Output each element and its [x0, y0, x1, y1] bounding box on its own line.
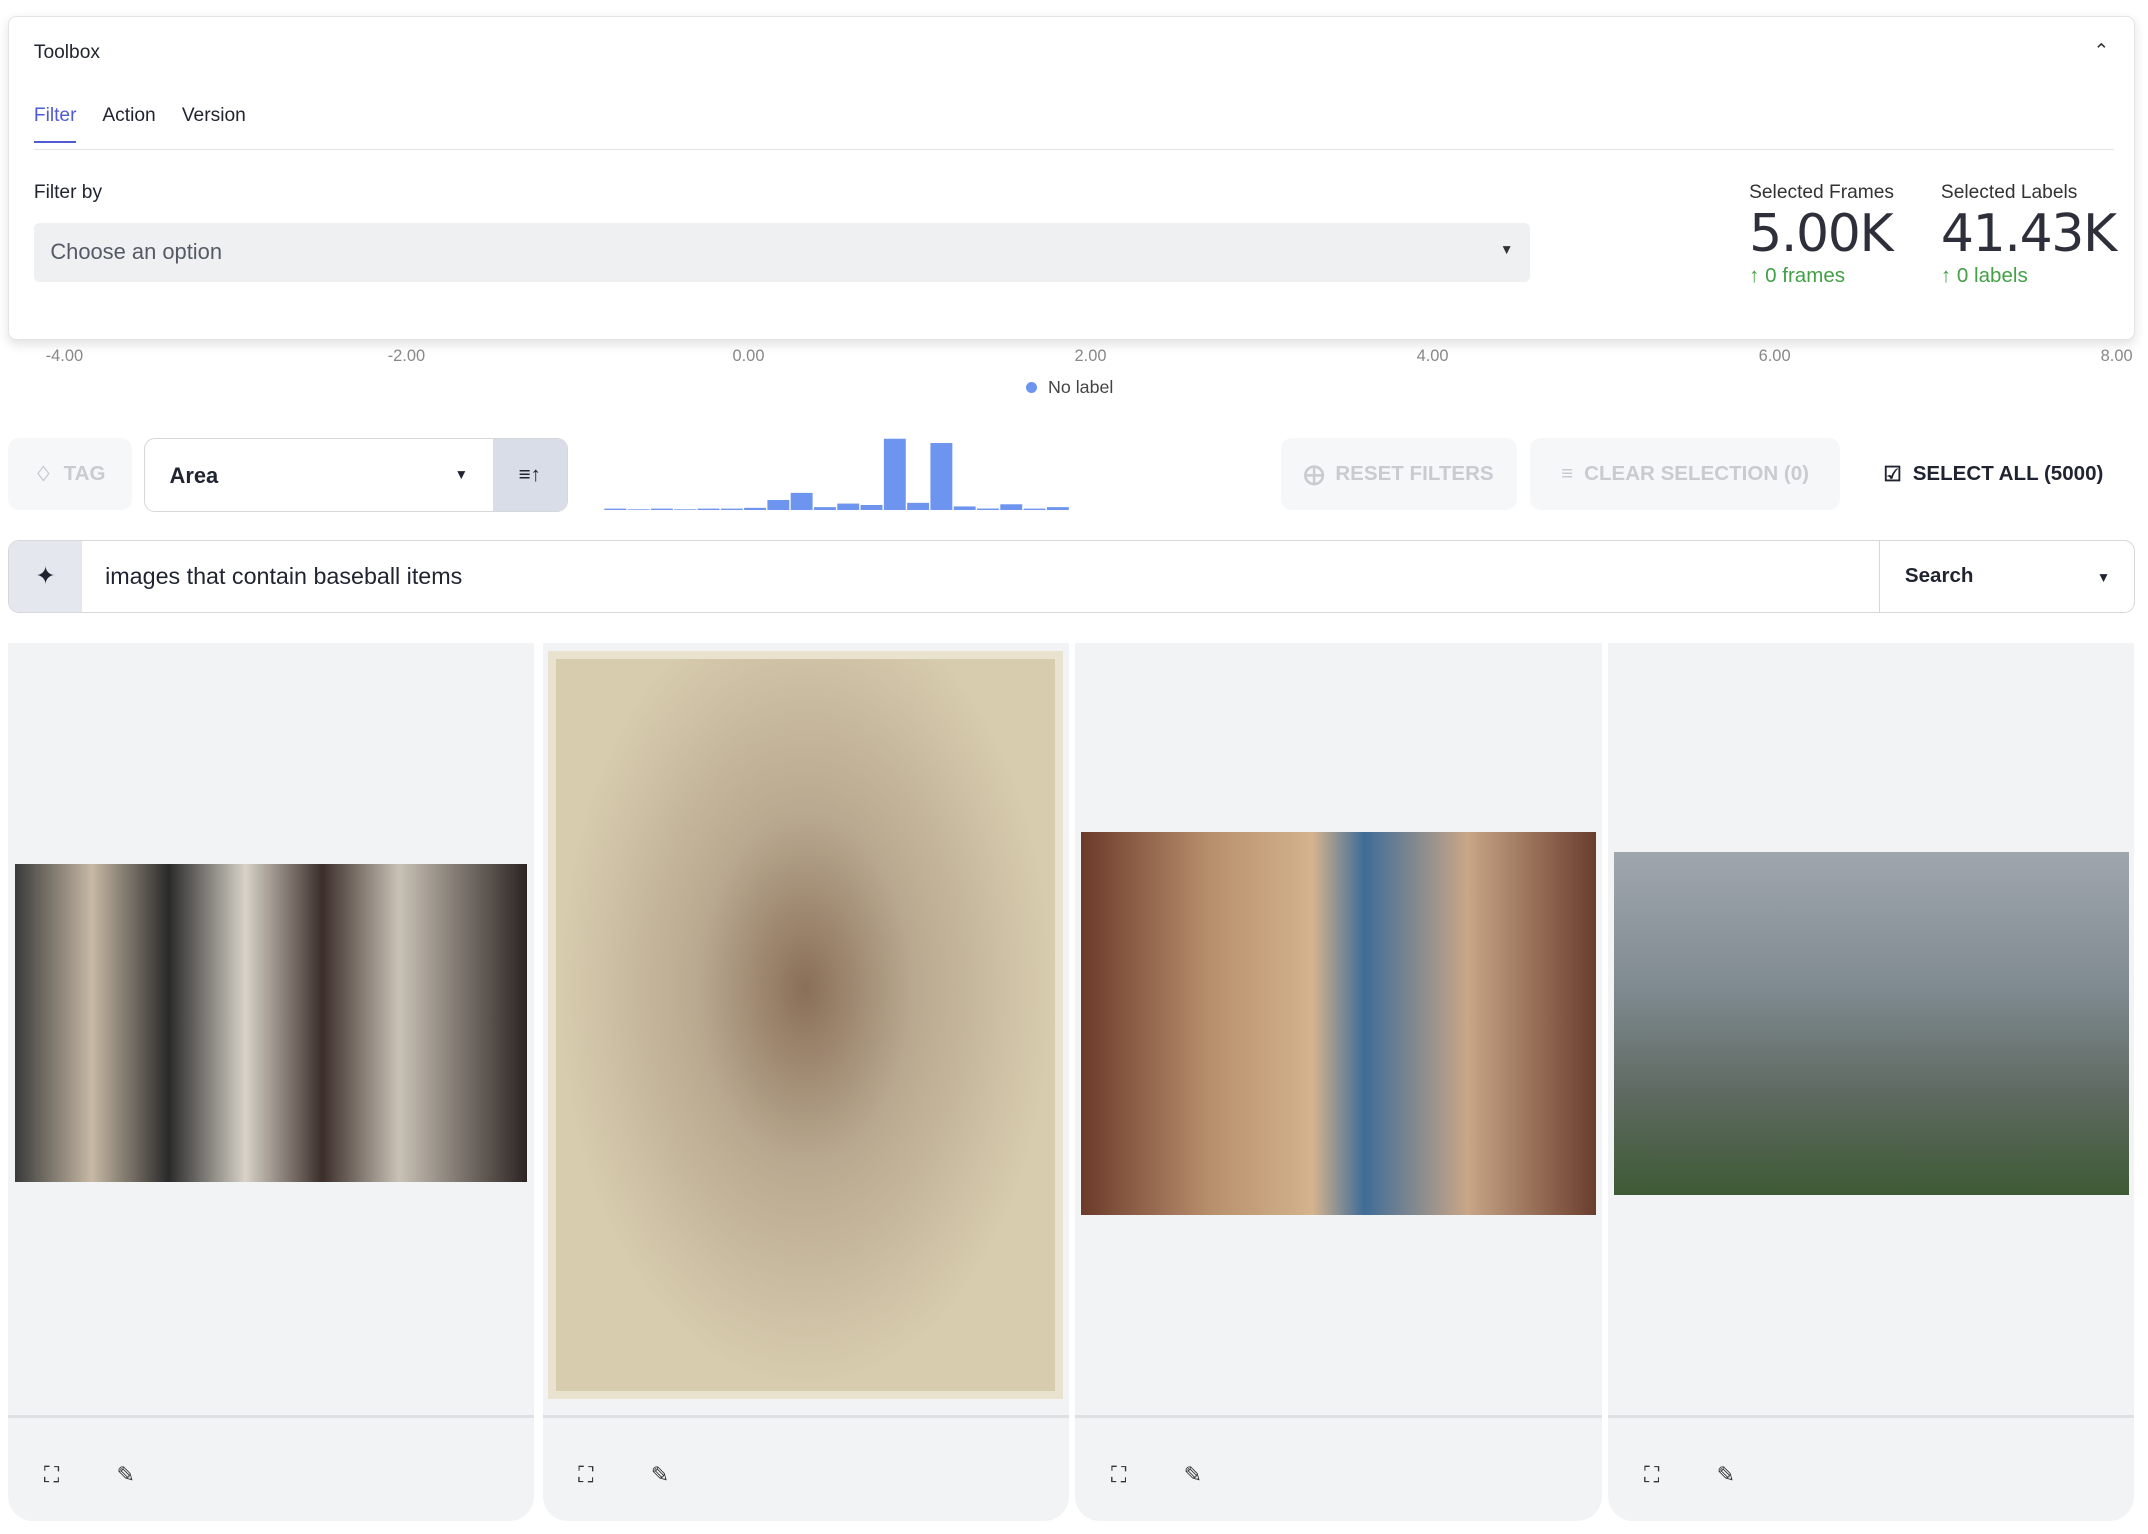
caret-down-icon: ▼ — [2096, 569, 2111, 585]
chart-legend: No label — [1026, 377, 1113, 398]
clear-selection-button[interactable]: ≡ CLEAR SELECTION (0) — [1530, 438, 1840, 510]
histogram-bar[interactable] — [720, 508, 743, 510]
tab-version[interactable]: Version — [182, 105, 246, 141]
histogram-bar[interactable] — [906, 502, 929, 510]
chevron-up-icon[interactable]: ⌃ — [2093, 39, 2109, 63]
sort-direction-icon[interactable]: ≡↑ — [492, 439, 567, 511]
select-all-icon: ☑ — [1883, 462, 1902, 486]
histogram-bar[interactable] — [976, 508, 999, 510]
card-image[interactable] — [1613, 852, 2129, 1195]
select-all-label: SELECT ALL (5000) — [1912, 462, 2104, 485]
x-tick-label: 2.00 — [1074, 346, 1107, 365]
stat-value: 5.00K — [1749, 203, 1894, 264]
arrow-up-icon: ↑ — [1940, 263, 1957, 287]
toolbox-title: Toolbox — [33, 42, 100, 64]
histogram-bar[interactable] — [743, 507, 766, 510]
image-search-icon[interactable]: ⛶ — [44, 1462, 59, 1488]
sort-control: Area ▼ ≡↑ — [143, 438, 568, 512]
card-image[interactable] — [547, 650, 1064, 1399]
histogram-bar[interactable] — [674, 508, 696, 510]
arrow-up-icon: ↑ — [1749, 263, 1766, 287]
image-search-icon[interactable]: ⛶ — [1111, 1462, 1126, 1488]
image-search-icon[interactable]: ⛶ — [578, 1462, 593, 1488]
tag-icon: ♢ — [34, 462, 53, 486]
edit-icon[interactable]: ✎ — [116, 1462, 134, 1488]
x-tick-label: 6.00 — [1758, 346, 1791, 365]
histogram-bar[interactable] — [860, 504, 883, 510]
histogram-bar[interactable] — [650, 508, 673, 510]
filter-by-label: Filter by — [33, 181, 103, 203]
tab-action[interactable]: Action — [102, 105, 155, 141]
magic-wand-icon[interactable]: ✦ — [9, 540, 82, 612]
sort-by-select[interactable]: Area — [170, 463, 219, 489]
area-histogram — [604, 438, 1069, 510]
histogram-bar[interactable] — [790, 492, 813, 510]
edit-icon[interactable]: ✎ — [1717, 1462, 1735, 1488]
reset-filters-button[interactable]: ⨁ RESET FILTERS — [1280, 438, 1517, 510]
histogram-bar[interactable] — [813, 506, 836, 510]
stat-selected-frames: Selected Frames 5.00K ↑ 0 frames — [1749, 182, 1894, 288]
image-card[interactable]: ⛶ ✎ — [542, 642, 1069, 1521]
search-input[interactable]: images that contain baseball items — [105, 563, 462, 590]
image-search-icon[interactable]: ⛶ — [1644, 1462, 1659, 1488]
image-card[interactable]: ⛶ ✎ — [1608, 642, 2135, 1521]
histogram-bar[interactable] — [837, 503, 859, 510]
image-card[interactable]: ⛶ ✎ — [1075, 642, 1602, 1521]
histogram-bar[interactable] — [604, 508, 627, 510]
select-all-button[interactable]: ☑ SELECT ALL (5000) — [1863, 438, 2123, 509]
legend-dot — [1026, 381, 1038, 393]
stat-value: 41.43K — [1940, 203, 2117, 264]
stat-delta: 0 labels — [1956, 263, 2028, 287]
x-tick-label: -4.00 — [45, 346, 84, 365]
clear-list-icon: ≡ — [1561, 462, 1574, 485]
card-image[interactable] — [15, 864, 528, 1183]
histogram-bar[interactable] — [1046, 506, 1069, 510]
reset-filters-label: RESET FILTERS — [1335, 462, 1494, 485]
caret-down-icon[interactable]: ▼ — [454, 467, 468, 482]
image-card[interactable]: ⛶ ✎ — [8, 642, 535, 1521]
caret-down-icon: ▼ — [1499, 242, 1514, 258]
tag-button[interactable]: ♢ TAG — [8, 438, 132, 510]
x-tick-label: 8.00 — [2100, 346, 2133, 365]
edit-icon[interactable]: ✎ — [1184, 1462, 1202, 1488]
tag-label: TAG — [63, 462, 106, 485]
tab-filter[interactable]: Filter — [33, 105, 77, 143]
search-mode-label: Search — [1904, 564, 1974, 588]
histogram-bar[interactable] — [1023, 508, 1046, 510]
stat-label: Selected Labels — [1940, 181, 2078, 203]
histogram-bar[interactable] — [883, 438, 906, 510]
card-image[interactable] — [1080, 831, 1597, 1216]
x-tick-label: 0.00 — [732, 346, 765, 365]
search-mode-select[interactable]: Search ▼ — [1879, 540, 2134, 612]
x-tick-label: -2.00 — [387, 346, 426, 365]
legend-label: No label — [1048, 376, 1114, 397]
toolbox-tabs: Filter Action Version — [33, 105, 2114, 150]
stat-delta: 0 frames — [1765, 263, 1846, 287]
stat-label: Selected Frames — [1749, 181, 1895, 203]
filter-off-icon: ⨁ — [1303, 462, 1325, 486]
histogram-bar[interactable] — [767, 499, 790, 510]
filter-select[interactable]: Choose an option ▼ — [33, 222, 1530, 282]
filter-placeholder: Choose an option — [50, 239, 223, 265]
histogram-bar[interactable] — [1000, 503, 1023, 510]
histogram-bar[interactable] — [930, 442, 953, 510]
search-bar: ✦ images that contain baseball items Sea… — [8, 539, 2136, 613]
histogram-bar[interactable] — [953, 506, 976, 510]
stat-selected-labels: Selected Labels 41.43K ↑ 0 labels — [1940, 181, 2117, 288]
histogram-bar[interactable] — [627, 508, 650, 510]
histogram-bar[interactable] — [697, 508, 720, 510]
toolbox-panel: Toolbox ⌃ Filter Action Version Filter b… — [8, 16, 2136, 341]
clear-selection-label: CLEAR SELECTION (0) — [1584, 462, 1809, 485]
edit-icon[interactable]: ✎ — [651, 1462, 669, 1488]
x-tick-label: 4.00 — [1416, 346, 1449, 365]
